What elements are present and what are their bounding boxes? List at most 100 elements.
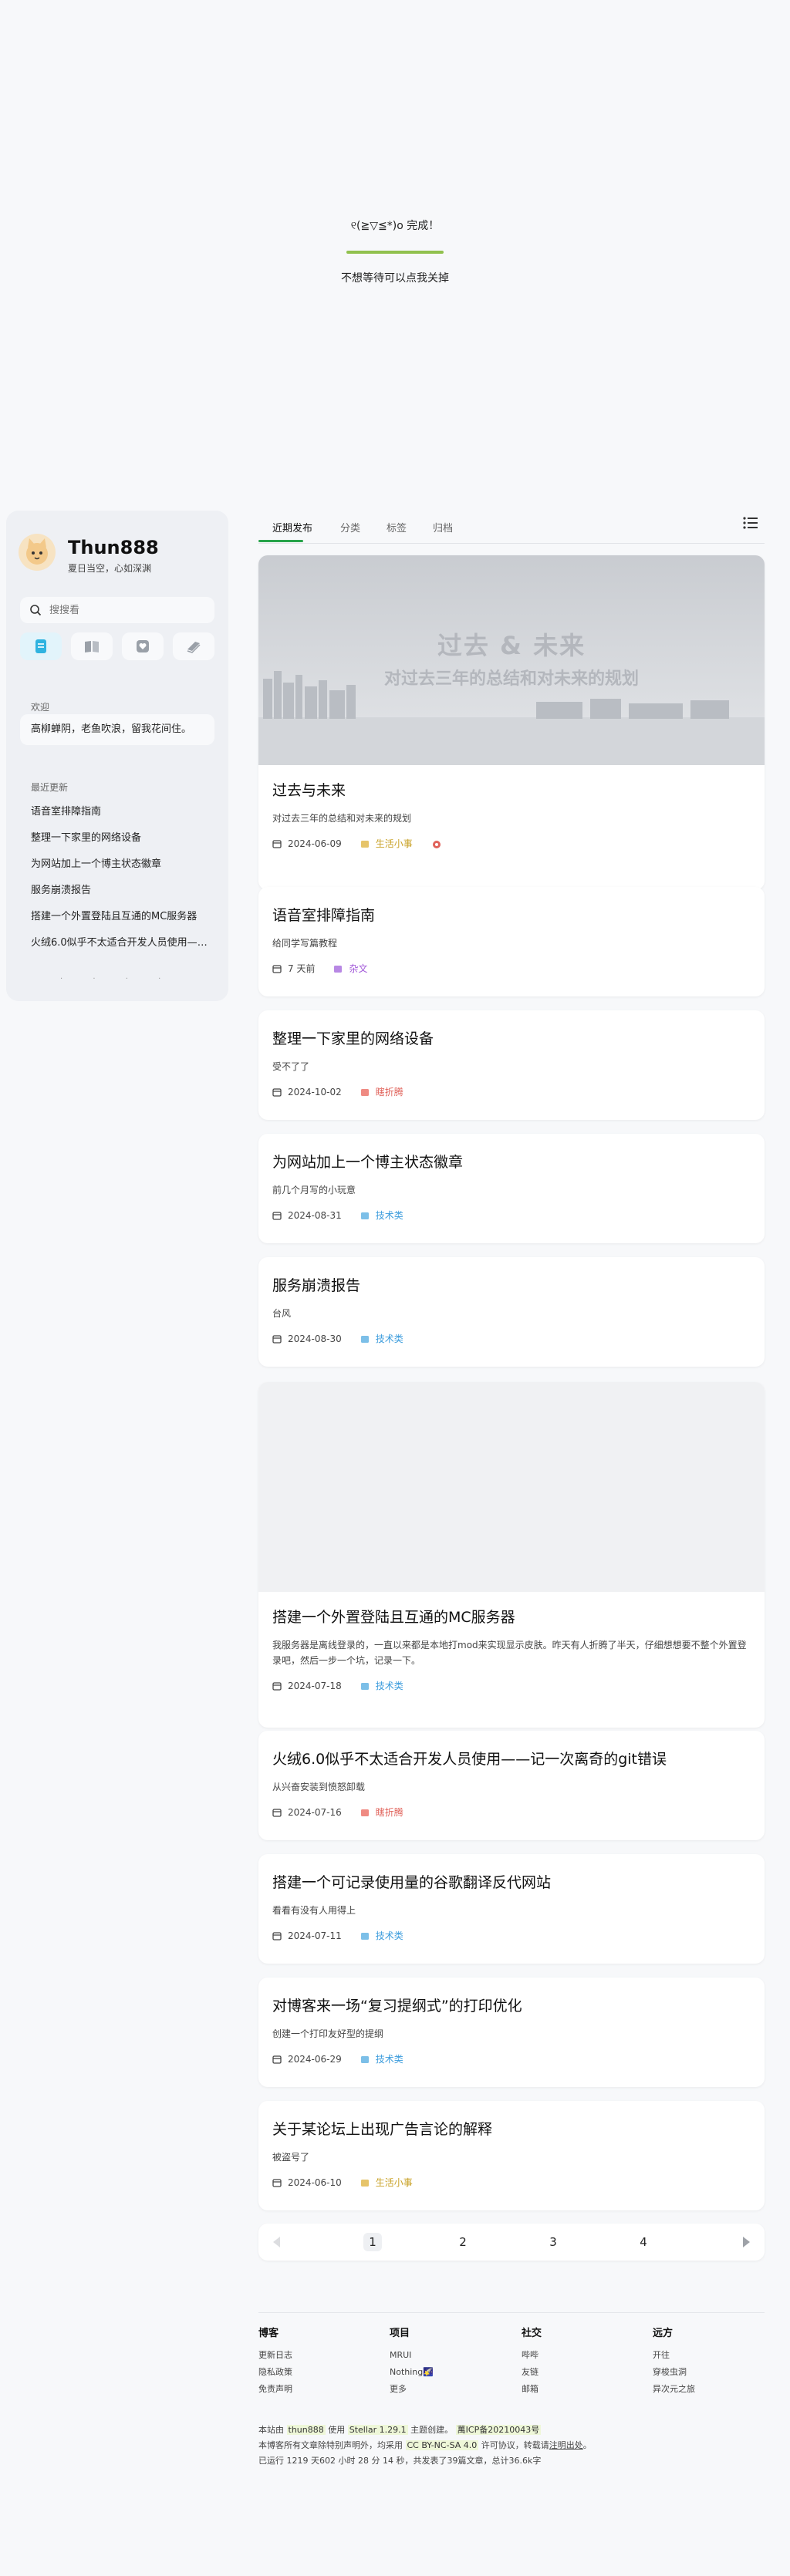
post-title[interactable]: 语音室排障指南 <box>272 904 751 925</box>
folder-icon <box>360 1212 369 1219</box>
post-title[interactable]: 过去与未来 <box>272 779 751 800</box>
search-icon <box>30 605 42 616</box>
page-2-button[interactable]: 2 <box>454 2233 472 2251</box>
search-box[interactable] <box>20 597 214 623</box>
post-card[interactable]: 火绒6.0似乎不太适合开发人员使用——记一次离奇的git错误 从兴奋安装到愤怒卸… <box>258 1731 765 1840</box>
post-category[interactable]: 技术类 <box>360 1332 403 1345</box>
post-category[interactable]: 瞎折腾 <box>360 1085 403 1098</box>
blog-icon <box>35 639 46 653</box>
post-title[interactable]: 搭建一个外置登陆且互通的MC服务器 <box>272 1606 751 1627</box>
post-title[interactable]: 对博客来一场“复习提纲式”的打印优化 <box>272 1994 751 2015</box>
post-date: 2024-06-09 <box>272 838 342 849</box>
theme-link[interactable]: Stellar 1.29.1 <box>347 2425 408 2435</box>
footer-link[interactable]: 异次元之旅 <box>653 2381 768 2398</box>
post-category[interactable]: 生活小事 <box>360 837 413 850</box>
list-view-icon[interactable] <box>741 514 760 532</box>
footer-link[interactable]: 免责声明 <box>258 2381 374 2398</box>
post-title[interactable]: 为网站加上一个博主状态徽章 <box>272 1151 751 1172</box>
calendar-icon <box>272 1681 282 1691</box>
footer-link[interactable]: 更多 <box>390 2381 505 2398</box>
footer-link[interactable]: Nothing🌠 <box>390 2364 505 2381</box>
footer-link[interactable]: 邮箱 <box>522 2381 637 2398</box>
page-4-button[interactable]: 4 <box>634 2233 653 2251</box>
nav-wiki-button[interactable] <box>71 632 113 660</box>
post-category[interactable]: 瞎折腾 <box>360 1806 403 1819</box>
post-title[interactable]: 服务崩溃报告 <box>272 1274 751 1295</box>
welcome-text: 高柳蝉阴，老鱼吹浪，留我花间住。 <box>20 714 214 745</box>
tab-archive[interactable]: 归档 <box>433 520 453 534</box>
footer-link[interactable]: 哔哔 <box>522 2347 637 2364</box>
post-card[interactable]: 对博客来一场“复习提纲式”的打印优化 创建一个打印友好型的提纲 2024-06-… <box>258 1978 765 2087</box>
post-title[interactable]: 关于某论坛上出现广告言论的解释 <box>272 2118 751 2139</box>
post-card[interactable]: 搭建一个可记录使用量的谷歌翻译反代网站 看看有没有人用得上 2024-07-11… <box>258 1854 765 1964</box>
owner-link[interactable]: thun888 <box>286 2425 326 2435</box>
wiki-icon <box>85 641 99 652</box>
post-meta: 2024-07-16 瞎折腾 <box>272 1806 751 1819</box>
footer-credits: 本站由 thun888 使用 Stellar 1.29.1 主题创建。 萬ICP… <box>258 2425 542 2435</box>
avatar[interactable] <box>19 534 56 571</box>
page-3-button[interactable]: 3 <box>544 2233 562 2251</box>
post-title[interactable]: 火绒6.0似乎不太适合开发人员使用——记一次离奇的git错误 <box>272 1748 751 1768</box>
post-excerpt: 对过去三年的总结和对未来的规划 <box>272 813 412 824</box>
nav-friends-button[interactable] <box>122 632 164 660</box>
folder-icon <box>360 2179 369 2187</box>
notes-icon <box>187 642 201 653</box>
nav-notes-button[interactable] <box>173 632 214 660</box>
search-input[interactable] <box>48 603 205 617</box>
post-card[interactable]: 语音室排障指南 给同学写篇教程 7 天前 杂文 <box>258 887 765 996</box>
post-card[interactable]: 整理一下家里的网络设备 受不了了 2024-10-02 瞎折腾 <box>258 1010 765 1120</box>
site-name[interactable]: Thun888 <box>68 537 159 558</box>
page-1-button[interactable]: 1 <box>363 2233 382 2251</box>
post-category[interactable]: 技术类 <box>360 1929 403 1942</box>
post-category[interactable]: 技术类 <box>360 2052 403 2065</box>
footer-column-social: 社交 哔哔 友链 邮箱 <box>522 2325 637 2398</box>
post-title[interactable]: 搭建一个可记录使用量的谷歌翻译反代网站 <box>272 1871 751 1892</box>
tab-tags[interactable]: 标签 <box>387 520 407 534</box>
post-card[interactable]: 为网站加上一个博主状态徽章 前几个月写的小玩意 2024-08-31 技术类 <box>258 1134 765 1243</box>
tab-recent[interactable]: 近期发布 <box>272 520 312 534</box>
recent-item[interactable]: 整理一下家里的网络设备 <box>31 825 216 851</box>
cover-banner-title: 过去 & 未来 <box>437 631 586 660</box>
folder-icon <box>334 965 343 973</box>
recent-item[interactable]: 搭建一个外置登陆且互通的MC服务器 <box>31 904 216 930</box>
post-card[interactable]: 服务崩溃报告 台风 2024-08-30 技术类 <box>258 1257 765 1367</box>
post-card[interactable]: 过去 & 未来 对过去三年的总结和对未来的规划 过去与未来 对过去三年的总结和对… <box>258 555 765 890</box>
loading-progress-fill <box>346 251 444 254</box>
recent-item[interactable]: 服务崩溃报告 <box>31 878 216 904</box>
recent-item[interactable]: 为网站加上一个博主状态徽章 <box>31 851 216 878</box>
footer-column-projects: 项目 MRUI Nothing🌠 更多 <box>390 2325 505 2398</box>
post-category[interactable]: 生活小事 <box>360 2176 413 2189</box>
loading-skip-link[interactable]: 不想等待可以点我关掉 <box>0 270 790 285</box>
post-excerpt: 从兴奋安装到愤怒卸载 <box>272 1782 366 1792</box>
nav-blog-button[interactable] <box>20 632 62 660</box>
folder-icon <box>360 1335 369 1343</box>
post-category[interactable]: 技术类 <box>360 1209 403 1222</box>
cite-link[interactable]: 注明出处 <box>549 2440 583 2450</box>
post-card[interactable]: 搭建一个外置登陆且互通的MC服务器 我服务器是离线登录的，一直以来都是本地打mo… <box>258 1382 765 1728</box>
footer-license: 本博客所有文章除特别声明外，均采用 CC BY-NC-SA 4.0 许可协议，转… <box>258 2440 592 2450</box>
footer-link[interactable]: 穿梭虫洞 <box>653 2364 768 2381</box>
calendar-icon <box>272 964 282 973</box>
post-category[interactable]: 杂文 <box>333 962 367 975</box>
footer-divider <box>258 2312 765 2313</box>
icp-link[interactable]: 萬ICP备20210043号 <box>455 2425 542 2435</box>
friends-icon <box>137 640 149 652</box>
footer-link[interactable]: 更新日志 <box>258 2347 374 2364</box>
calendar-icon <box>272 1334 282 1344</box>
footer-link[interactable]: MRUI <box>390 2347 505 2364</box>
recent-item[interactable]: 语音室排障指南 <box>31 799 216 825</box>
tab-categories[interactable]: 分类 <box>340 520 360 534</box>
post-date: 2024-08-30 <box>272 1334 342 1344</box>
chevron-left-icon[interactable] <box>269 2234 285 2250</box>
chevron-right-icon[interactable] <box>738 2234 754 2250</box>
post-card[interactable]: 关于某论坛上出现广告言论的解释 被盗号了 2024-06-10 生活小事 <box>258 2101 765 2210</box>
footer-link[interactable]: 友链 <box>522 2364 637 2381</box>
post-title[interactable]: 整理一下家里的网络设备 <box>272 1027 751 1048</box>
post-excerpt: 前几个月写的小玩意 <box>272 1185 356 1195</box>
post-category[interactable]: 技术类 <box>360 1679 403 1692</box>
footer-link[interactable]: 开往 <box>653 2347 768 2364</box>
footer-link[interactable]: 隐私政策 <box>258 2364 374 2381</box>
recent-widget-title: 最近更新 <box>31 782 69 793</box>
license-link[interactable]: CC BY-NC-SA 4.0 <box>405 2440 479 2450</box>
recent-item[interactable]: 火绒6.0似乎不太适合开发人员使用——记一次离奇的git错误 <box>31 930 216 956</box>
